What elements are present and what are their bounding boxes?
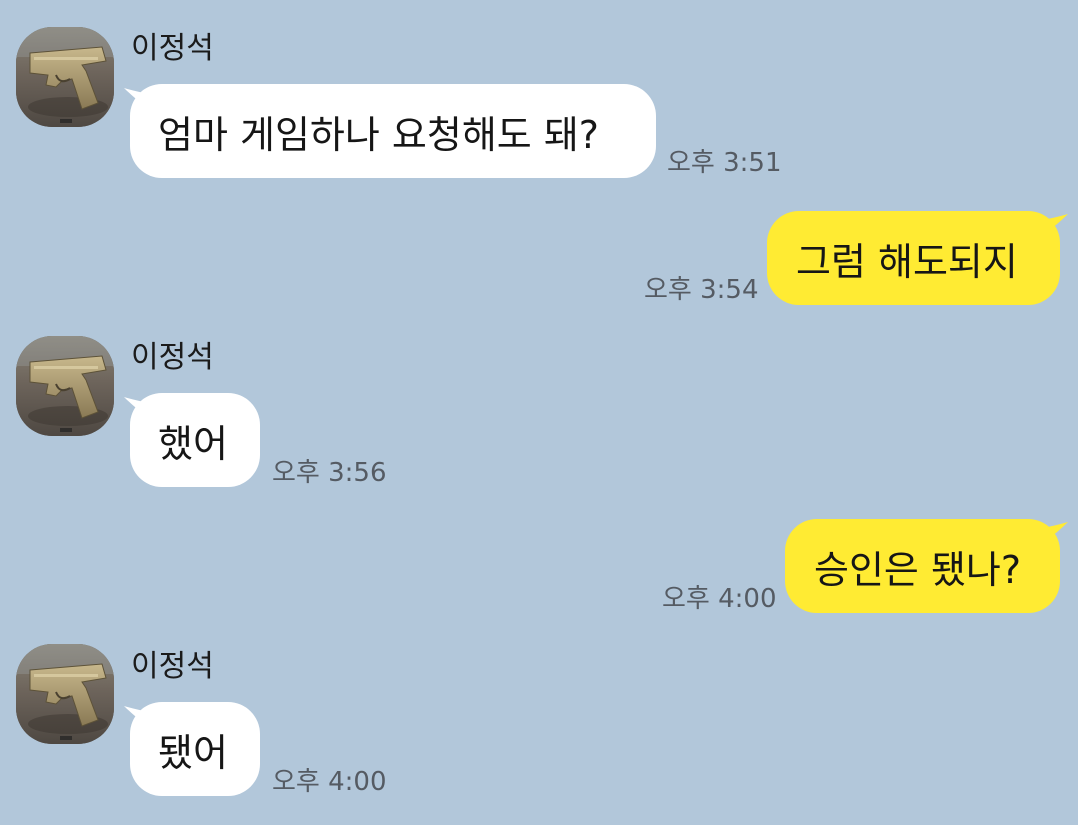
- pistol-icon: [16, 644, 114, 744]
- message-text: 됐어: [158, 730, 228, 775]
- message-text: 그럼 해도되지: [796, 239, 1018, 284]
- message-bubble[interactable]: 엄마 게임하나 요청해도 돼?: [130, 84, 656, 178]
- message-bubble[interactable]: 그럼 해도되지: [767, 211, 1060, 305]
- message-bubble[interactable]: 됐어: [130, 702, 260, 796]
- message-time: 오후 3:51: [667, 148, 782, 178]
- message-bubble[interactable]: 승인은 됐나?: [785, 519, 1060, 613]
- message-time: 오후 3:56: [272, 458, 387, 488]
- sender-name: 이정석: [131, 340, 214, 375]
- sender-avatar[interactable]: [16, 644, 114, 744]
- sender-name: 이정석: [131, 649, 214, 684]
- sender-avatar[interactable]: [16, 27, 114, 127]
- sender-name: 이정석: [131, 31, 214, 66]
- message-text: 엄마 게임하나 요청해도 돼?: [158, 112, 599, 157]
- pistol-icon: [16, 336, 114, 436]
- message-text: 했어: [158, 421, 228, 466]
- message-time: 오후 4:00: [272, 767, 387, 797]
- sender-avatar[interactable]: [16, 336, 114, 436]
- message-bubble[interactable]: 했어: [130, 393, 260, 487]
- message-text: 승인은 됐나?: [814, 547, 1022, 592]
- pistol-icon: [16, 27, 114, 127]
- message-time: 오후 4:00: [662, 584, 777, 614]
- message-time: 오후 3:54: [644, 275, 759, 305]
